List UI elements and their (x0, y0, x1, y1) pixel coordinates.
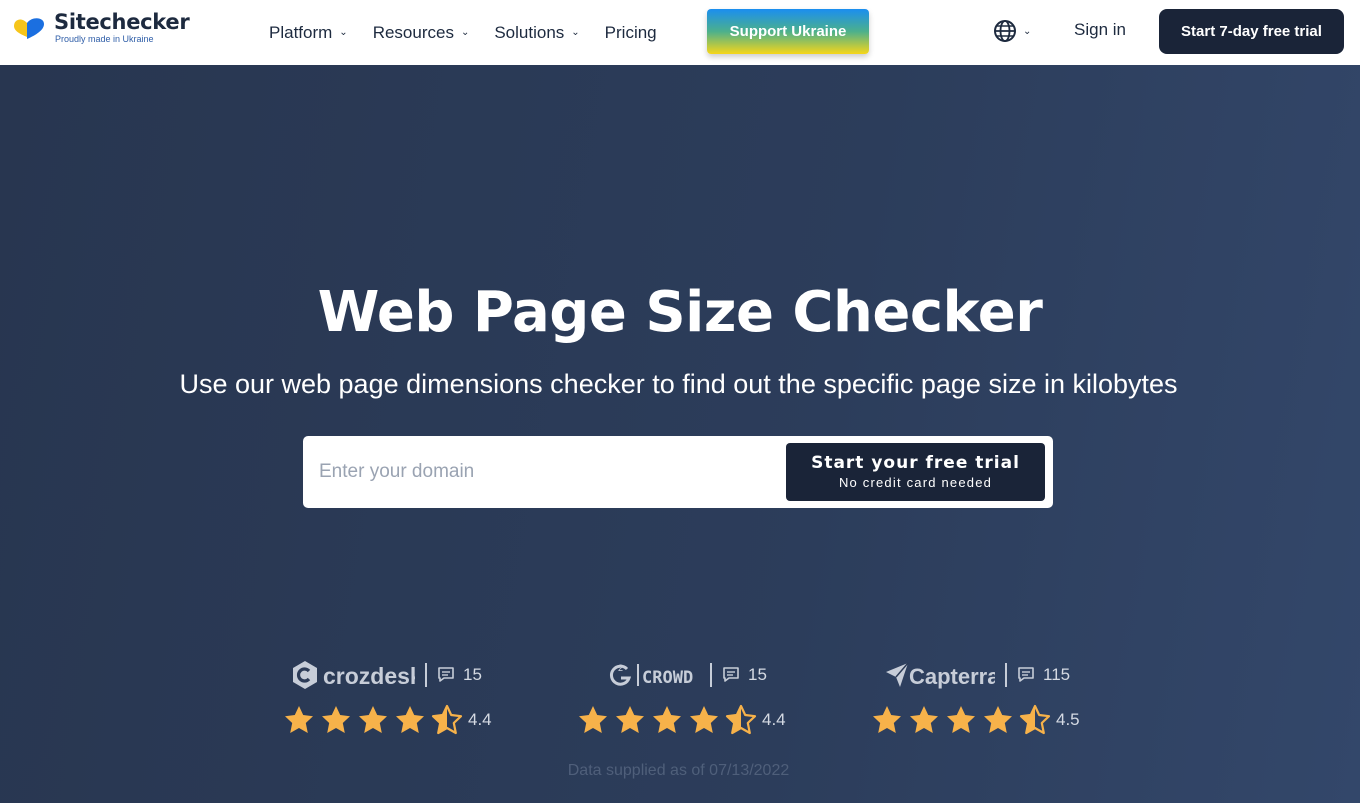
start-free-trial-button[interactable]: Start your free trial No credit card nee… (786, 443, 1045, 501)
nav-item-label: Platform (269, 22, 333, 42)
chevron-down-icon: ⌄ (1023, 25, 1032, 37)
star-full-icon (577, 704, 609, 736)
nav-item-resources[interactable]: Resources ⌄ (373, 23, 470, 43)
brand-tagline: Proudly made in Ukraine (55, 34, 154, 44)
capterra-logo-icon[interactable]: Capterra (885, 660, 995, 690)
top-navbar: Sitechecker Proudly made in Ukraine Plat… (0, 0, 1360, 65)
review-count-value: 15 (463, 665, 482, 684)
g2-crowd-logo-icon[interactable]: 2 CROWD (608, 660, 700, 690)
star-full-icon (982, 704, 1014, 736)
review-count: 115 (1017, 665, 1070, 685)
cta-main-label: Start your free trial (811, 453, 1020, 473)
svg-text:CROWD: CROWD (642, 668, 693, 688)
star-full-icon (651, 704, 683, 736)
star-rating: 4.5 (871, 704, 1080, 736)
page-title: Web Page Size Checker (317, 280, 1043, 345)
chevron-down-icon: ⌄ (571, 27, 580, 38)
comment-icon (438, 667, 454, 682)
star-full-icon (614, 704, 646, 736)
nav-item-platform[interactable]: Platform ⌄ (269, 23, 348, 43)
star-full-icon (283, 704, 315, 736)
star-rating: 4.4 (283, 704, 492, 736)
chevron-down-icon: ⌄ (460, 27, 470, 38)
review-count: 15 (437, 665, 482, 685)
review-capterra: Capterra 115 4.5 (873, 658, 1080, 735)
star-full-icon (688, 704, 720, 736)
data-supplied-note: Data supplied as of 07/13/2022 (567, 762, 790, 779)
divider (425, 663, 427, 687)
logo[interactable]: Sitechecker Proudly made in Ukraine (12, 10, 190, 44)
review-count: 15 (722, 665, 767, 685)
heart-logo-icon (14, 18, 44, 39)
review-g2crowd: 2 CROWD 15 4.4 (579, 658, 786, 735)
svg-text:crozdesk: crozdesk (323, 663, 415, 689)
star-full-icon (871, 704, 903, 736)
main-menu: Platform ⌄ Resources ⌄ Solutions ⌄ Prici… (269, 0, 682, 65)
hero-section (0, 65, 1360, 803)
star-full-icon (357, 704, 389, 736)
svg-text:2: 2 (618, 663, 623, 673)
comment-icon (1018, 667, 1034, 682)
star-half-icon (725, 704, 757, 736)
comment-icon (723, 667, 739, 682)
rating-value: 4.4 (762, 710, 786, 729)
divider (1005, 663, 1007, 687)
rating-value: 4.4 (468, 710, 492, 729)
star-full-icon (908, 704, 940, 736)
sign-in-link[interactable]: Sign in (1074, 20, 1126, 40)
chevron-down-icon: ⌄ (339, 27, 348, 38)
star-half-icon (431, 704, 463, 736)
nav-item-label: Solutions (494, 22, 565, 42)
language-selector[interactable]: ⌄ (993, 19, 1031, 43)
nav-item-label: Pricing (604, 22, 657, 42)
domain-input[interactable] (303, 436, 783, 508)
start-trial-button[interactable]: Start 7-day free trial (1159, 9, 1344, 54)
rating-value: 4.5 (1056, 710, 1080, 729)
star-full-icon (394, 704, 426, 736)
divider (710, 663, 712, 687)
brand-name: Sitechecker (54, 10, 190, 34)
cta-sub-label: No credit card needed (838, 475, 993, 490)
globe-icon (994, 20, 1016, 42)
star-full-icon (945, 704, 977, 736)
nav-item-solutions[interactable]: Solutions ⌄ (494, 23, 579, 43)
crozdesk-logo-icon[interactable]: crozdesk (291, 660, 415, 690)
nav-item-label: Resources (372, 22, 454, 42)
star-full-icon (320, 704, 352, 736)
review-count-value: 15 (748, 665, 767, 684)
review-crozdesk: crozdesk 15 4.4 (285, 658, 492, 735)
nav-item-pricing[interactable]: Pricing (605, 23, 657, 43)
page-subtitle: Use our web page dimensions checker to f… (179, 369, 1178, 399)
svg-text:Capterra: Capterra (909, 664, 995, 689)
domain-search-form: Start your free trial No credit card nee… (303, 436, 1053, 508)
star-half-icon (1019, 704, 1051, 736)
star-rating: 4.4 (577, 704, 786, 736)
support-ukraine-button[interactable]: Support Ukraine (707, 9, 869, 54)
review-count-value: 115 (1043, 665, 1071, 684)
